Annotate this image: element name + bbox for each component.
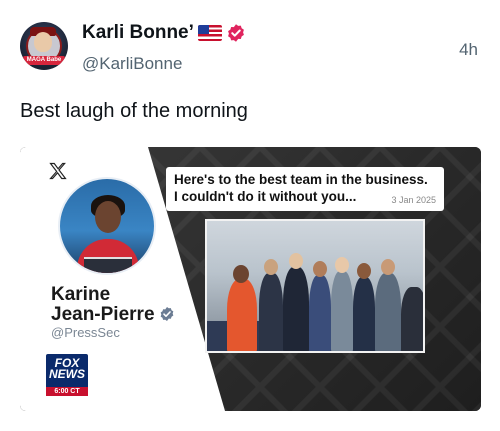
quote-line-1: Here's to the best team in the business.	[174, 172, 428, 187]
author-avatar[interactable]: MAGA Babe	[20, 22, 68, 70]
author-display-name[interactable]: Karli Bonne’	[82, 22, 194, 44]
post-media-image[interactable]: Karine Jean-Pierre @PressSec FOX NEWS 6:0…	[20, 147, 481, 411]
profile-name-line1: Karine	[51, 284, 111, 305]
profile-picture	[58, 177, 156, 275]
profile-name: Karine Jean-Pierre	[51, 285, 175, 325]
verified-badge-icon	[227, 24, 244, 42]
tweet-post[interactable]: MAGA Babe Karli Bonne’ @KarliBonne 4h Be…	[0, 0, 500, 431]
profile-verified-icon	[160, 307, 173, 321]
fox-logo-line2: NEWS	[49, 367, 85, 381]
avatar-label: MAGA Babe	[23, 56, 65, 65]
profile-name-line2: Jean-Pierre	[51, 304, 155, 325]
author-handle[interactable]: @KarliBonne	[82, 54, 182, 74]
quoted-tweet-text: Here's to the best team in the business.…	[166, 167, 444, 211]
profile-handle: @PressSec	[51, 325, 120, 340]
x-logo-icon	[49, 162, 67, 180]
quote-date: 3 Jan 2025	[391, 195, 436, 205]
avatar-face	[34, 32, 52, 52]
us-flag-icon	[197, 25, 222, 41]
fox-news-logo: FOX NEWS 6:00 CT	[46, 354, 88, 396]
author-name-row: Karli Bonne’	[82, 22, 246, 44]
post-timestamp[interactable]: 4h	[459, 40, 478, 60]
pfp-podium	[84, 257, 132, 273]
team-photo	[205, 219, 425, 353]
fox-logo-time: 6:00 CT	[46, 387, 88, 396]
pfp-head	[95, 201, 121, 233]
post-text: Best laugh of the morning	[20, 100, 248, 122]
